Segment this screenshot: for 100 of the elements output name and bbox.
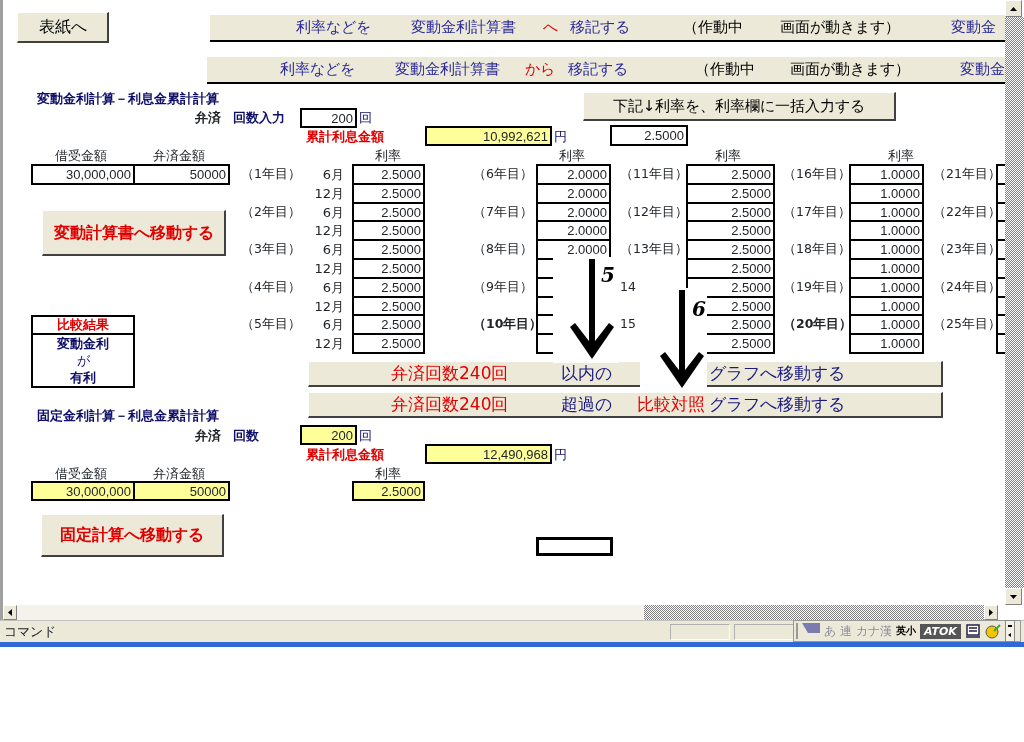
status-text: コマンド (3, 622, 56, 641)
year-label: （8年目） (473, 239, 534, 258)
rate-cell: 2.5000 (352, 220, 425, 241)
macro-label: 弁済回数240回 (391, 365, 509, 382)
rate-cell: 2.5000 (686, 183, 775, 204)
month-label: 6月 (321, 240, 345, 259)
scroll-up-button[interactable] (1005, 0, 1022, 17)
rate-cell: 2.5000 (686, 258, 775, 279)
scroll-right-button[interactable] (984, 605, 998, 620)
scroll-left-button[interactable] (3, 605, 17, 620)
rate-cell: 1.0000 (849, 220, 924, 241)
rate-cell: 1.0000 (849, 314, 924, 335)
field-label: 回数入力 (233, 108, 286, 126)
month-label: 6月 (321, 165, 345, 184)
rate-cell: 2.5000 (352, 239, 425, 260)
result-text: 有利 (70, 369, 96, 386)
macro-label: 比較対照 (637, 396, 705, 413)
macro-label: 弁済回数240回 (391, 396, 509, 413)
year-label: （1年目） (241, 164, 301, 183)
macro-bar[interactable]: 弁済回数240回 超過の 比較対照 グラフへ移動する (308, 392, 943, 418)
year-label: （21年目） (933, 164, 995, 183)
year-label: （5年目） (241, 314, 301, 333)
scroll-thumb[interactable] (17, 605, 644, 620)
macro-label: 変動金利計算書 (395, 59, 500, 81)
column-header: 借受金額 (55, 465, 108, 481)
column-header: 利率 (559, 147, 586, 163)
count-field: 200 (300, 108, 357, 128)
column-header: 利率 (375, 465, 402, 481)
cover-button[interactable]: 表紙へ (17, 12, 109, 43)
year-label: （18年目） (783, 239, 849, 258)
macro-label: 変動金 (951, 17, 996, 39)
rate-cell: 1.0000 (849, 277, 924, 298)
total-field: 10,992,621 (425, 126, 552, 146)
macro-label: グラフへ移動する (709, 396, 845, 413)
month-label: 12月 (313, 259, 345, 278)
macro-label: 以内の (561, 365, 612, 382)
rate-cell: 2.5000 (352, 258, 425, 279)
section-title: 変動金利計算－利息金累計計算 (37, 90, 220, 107)
rate-cell: 1.0000 (849, 183, 924, 204)
macro-label: 利率などを (296, 17, 371, 39)
field-label: 弁済 (195, 426, 222, 444)
macro-label: 変動金利計算書 (411, 17, 516, 39)
macro-label: へ (543, 17, 558, 39)
left-arrow-icon (8, 609, 12, 616)
year-label: （19年目） (783, 277, 849, 296)
vertical-scrollbar[interactable] (1005, 0, 1024, 605)
rate-cell (996, 314, 1005, 335)
rate-cell: 2.0000 (536, 164, 611, 185)
rate-cell: 1.0000 (849, 258, 924, 279)
year-label: （11年目） (620, 164, 686, 183)
year-label: （22年目） (933, 202, 995, 221)
rate-field: 2.5000 (610, 125, 688, 146)
year-label: （12年目） (620, 202, 686, 221)
year-label: （9年目） (473, 277, 534, 296)
rate-cell: 2.5000 (686, 220, 775, 241)
macro-label: から (525, 59, 555, 81)
year-label: 14 (620, 277, 637, 296)
ime-mode-button[interactable]: 英小 (896, 626, 916, 636)
macro-bar[interactable]: 利率などを 変動金利計算書 へ 移記する （作動中 画面が動きます） 変動金 (210, 15, 1005, 42)
unit-label: 円 (554, 127, 568, 146)
down-arrow-icon (1010, 594, 1017, 599)
ime-logo-button[interactable]: ATOK (920, 623, 961, 639)
macro-label: （作動中 (695, 59, 755, 81)
move-button[interactable]: 変動計算書へ移動する (42, 210, 226, 256)
rate-cell: 2.5000 (352, 164, 425, 185)
rate-cell: 2.5000 (352, 314, 425, 335)
repay-field: 50000 (133, 481, 230, 501)
rate-cell: 2.0000 (536, 220, 611, 241)
macro-label: 画面が動きます） (780, 17, 900, 39)
year-label: （7年目） (473, 202, 534, 221)
macro-label: 移記する (568, 59, 628, 81)
unit-label: 円 (554, 445, 568, 464)
document-icon[interactable] (964, 623, 981, 639)
unit-label: 回 (359, 426, 373, 445)
year-label: （16年目） (783, 164, 849, 183)
year-label: 15 (620, 314, 637, 333)
month-label: 6月 (321, 203, 345, 222)
scroll-down-button[interactable] (1005, 588, 1022, 605)
rate-cell: 2.5000 (352, 183, 425, 204)
arrow-number: 5 (601, 263, 615, 287)
result-text: 変動金利 (57, 335, 109, 352)
month-label: 12月 (313, 221, 345, 240)
macro-label: 移記する (570, 17, 630, 39)
repay-field: 50000 (133, 164, 230, 185)
minimize-icon[interactable] (1004, 620, 1015, 642)
year-label: （3年目） (241, 239, 301, 258)
move-button[interactable]: 固定計算へ移動する (41, 514, 224, 557)
rate-cell (996, 333, 1005, 354)
rate-cell: 1.0000 (849, 333, 924, 354)
result-text: が (76, 352, 90, 369)
year-label: （10年目） (473, 314, 535, 333)
rate-cell (996, 164, 1005, 185)
bulk-input-button[interactable]: 下記↓利率を、利率欄に一括入力する (583, 92, 896, 121)
macro-bar[interactable]: 利率などを 変動金利計算書 から 移記する （作動中 画面が動きます） 変動金 (207, 57, 1005, 84)
rate-field: 2.5000 (352, 481, 425, 501)
macro-label: 画面が動きます） (790, 59, 910, 81)
rate-cell: 2.5000 (686, 239, 775, 260)
year-label: （25年目） (933, 314, 995, 333)
macro-label: 超過の (561, 396, 612, 413)
year-label: （20年目） (783, 314, 849, 333)
